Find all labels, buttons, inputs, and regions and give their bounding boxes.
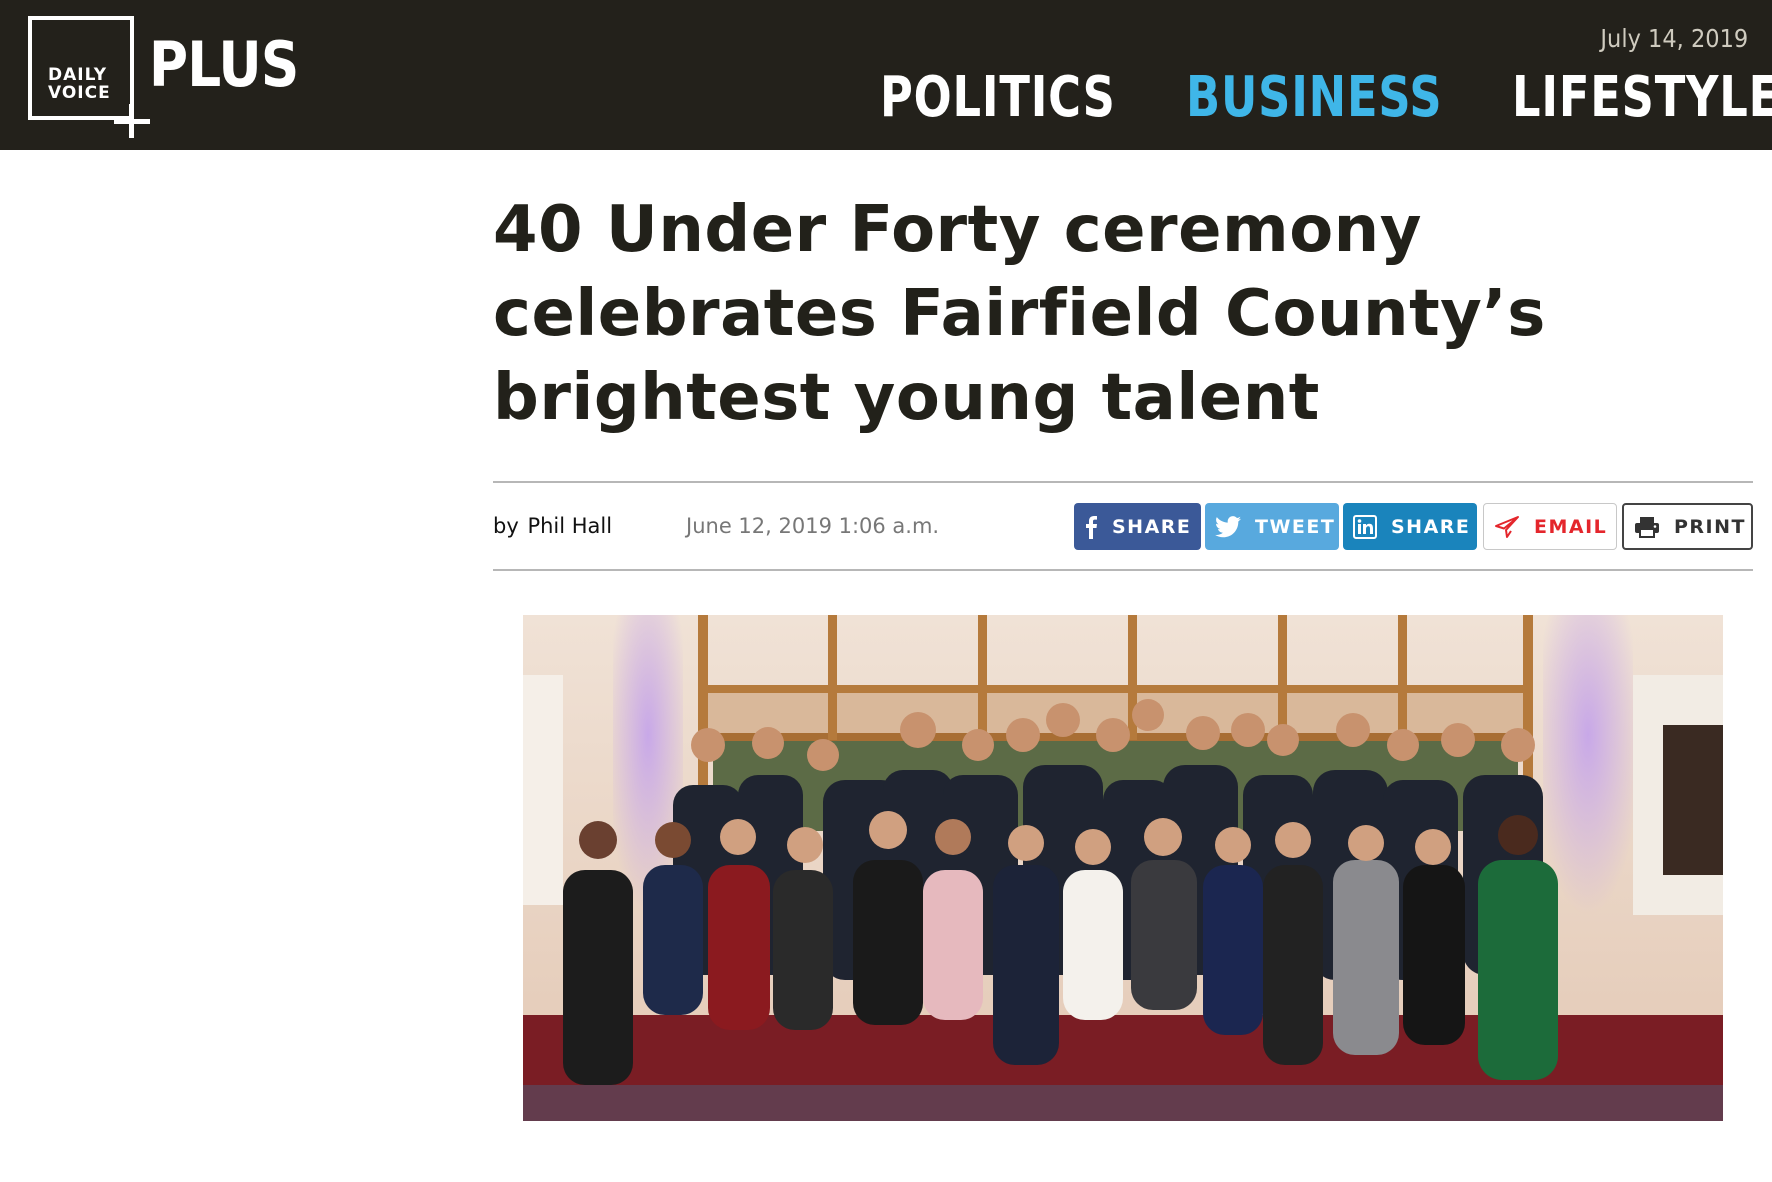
article-hero-photo (523, 615, 1723, 1121)
linkedin-icon (1353, 514, 1377, 539)
print-label: PRINT (1674, 515, 1746, 538)
twitter-tweet-label: TWEET (1255, 515, 1336, 538)
nav-business[interactable]: BUSINESS (1186, 70, 1442, 126)
article-headline: 40 Under Forty ceremony celebrates Fairf… (493, 193, 1546, 435)
group-photo-illustration (523, 615, 1723, 1121)
divider-bottom (493, 569, 1753, 571)
linkedin-share-button[interactable]: SHARE (1343, 503, 1477, 550)
facebook-icon (1084, 515, 1098, 539)
logo-plus-sign-bar (114, 119, 150, 124)
logo-line-voice: VOICE (48, 83, 111, 103)
linkedin-share-label: SHARE (1391, 515, 1471, 538)
header-date: July 14, 2019 (1600, 24, 1748, 53)
email-share-label: EMAIL (1534, 515, 1608, 538)
article-byline: by Phil Hall (493, 514, 612, 538)
twitter-tweet-button[interactable]: TWEET (1205, 503, 1339, 550)
facebook-share-label: SHARE (1112, 515, 1192, 538)
facebook-share-button[interactable]: SHARE (1074, 503, 1201, 550)
byline-prefix: by (493, 514, 519, 538)
email-share-button[interactable]: EMAIL (1483, 503, 1617, 550)
logo-plus-word[interactable]: PLUS (149, 34, 299, 96)
divider-top (493, 481, 1753, 483)
twitter-icon (1215, 515, 1241, 538)
paper-plane-icon (1494, 515, 1520, 539)
printer-icon (1634, 515, 1660, 539)
publish-date: June 12, 2019 1:06 a.m. (686, 514, 940, 538)
logo-line-daily: DAILY (48, 65, 108, 85)
site-header: DAILY VOICE PLUS July 14, 2019 POLITICS … (0, 0, 1772, 150)
print-button[interactable]: PRINT (1622, 503, 1753, 550)
site-logo[interactable]: DAILY VOICE (28, 16, 134, 120)
nav-lifestyle[interactable]: LIFESTYLE (1512, 70, 1772, 126)
author-name[interactable]: Phil Hall (527, 514, 612, 538)
nav-politics[interactable]: POLITICS (880, 70, 1116, 126)
